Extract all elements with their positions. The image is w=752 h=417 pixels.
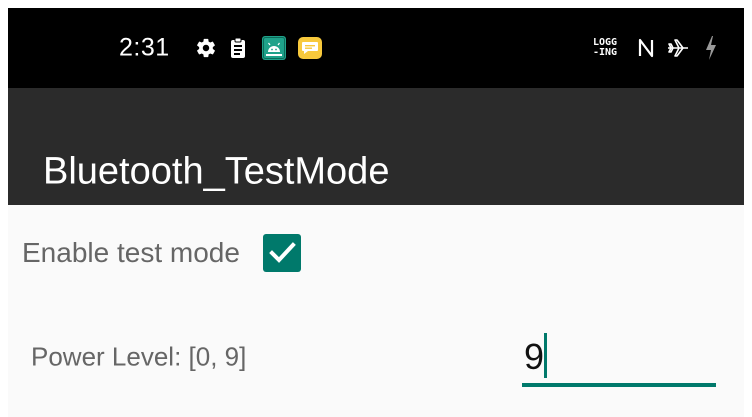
app-bar: Bluetooth_TestMode xyxy=(8,88,744,205)
text-cursor xyxy=(544,333,547,378)
message-icon xyxy=(298,37,322,59)
power-level-input[interactable] xyxy=(524,327,716,387)
power-level-input-underline xyxy=(522,383,716,387)
enable-test-mode-checkbox[interactable] xyxy=(263,234,301,272)
gear-icon xyxy=(197,38,215,58)
clipboard-icon xyxy=(231,37,245,58)
nfc-icon xyxy=(638,38,654,58)
status-bar: 2:31 LOGG -ING xyxy=(8,8,744,88)
status-time: 2:31 xyxy=(119,33,170,62)
charging-bolt-icon xyxy=(706,36,716,60)
logging-indicator: LOGG -ING xyxy=(593,38,617,58)
power-level-label: Power Level: [0, 9] xyxy=(31,341,247,372)
checkmark-icon xyxy=(269,242,296,263)
page-title: Bluetooth_TestMode xyxy=(43,150,390,193)
logging-line-2: -ING xyxy=(593,47,618,58)
enable-test-mode-label: Enable test mode xyxy=(22,237,240,268)
airplane-mode-icon xyxy=(668,39,688,57)
settings-content: Enable test mode Power Level: [0, 9] xyxy=(8,205,744,417)
android-debug-icon xyxy=(262,36,286,60)
